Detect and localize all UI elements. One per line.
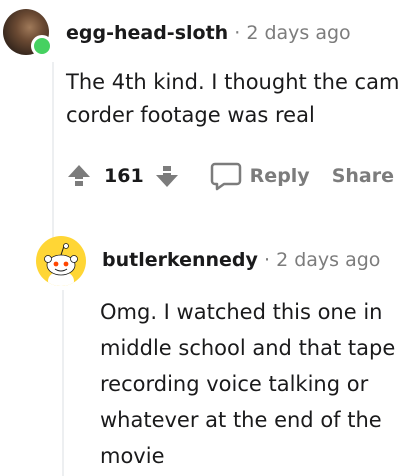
comment-actions: 161 Reply Share bbox=[66, 158, 394, 194]
thread-line[interactable] bbox=[52, 62, 54, 242]
comment-body: Omg. I watched this one in middle school… bbox=[100, 300, 396, 468]
avatar[interactable] bbox=[3, 9, 53, 57]
upvote-icon[interactable] bbox=[66, 163, 92, 189]
online-status-icon bbox=[31, 35, 53, 57]
timestamp[interactable]: 2 days ago bbox=[246, 22, 350, 44]
username-link[interactable]: butlerkennedy bbox=[102, 249, 258, 271]
snoo-icon bbox=[44, 243, 78, 286]
thread-line[interactable] bbox=[62, 290, 64, 476]
downvote-icon[interactable] bbox=[154, 163, 180, 189]
vote-score: 161 bbox=[104, 165, 144, 187]
timestamp[interactable]: 2 days ago bbox=[276, 249, 380, 271]
share-button[interactable]: Share bbox=[332, 165, 394, 187]
reply-button[interactable]: Reply bbox=[250, 165, 310, 187]
avatar[interactable] bbox=[36, 236, 86, 286]
reply-icon[interactable] bbox=[210, 161, 242, 191]
meta-separator: · bbox=[263, 249, 271, 271]
comment-meta: butlerkennedy · 2 days ago bbox=[102, 246, 380, 274]
comment-body: The 4th kind. I thought the cam corder f… bbox=[66, 70, 400, 127]
comment-meta: egg-head-sloth · 2 days ago bbox=[66, 19, 351, 47]
username-link[interactable]: egg-head-sloth bbox=[66, 22, 228, 44]
meta-separator: · bbox=[234, 22, 241, 44]
